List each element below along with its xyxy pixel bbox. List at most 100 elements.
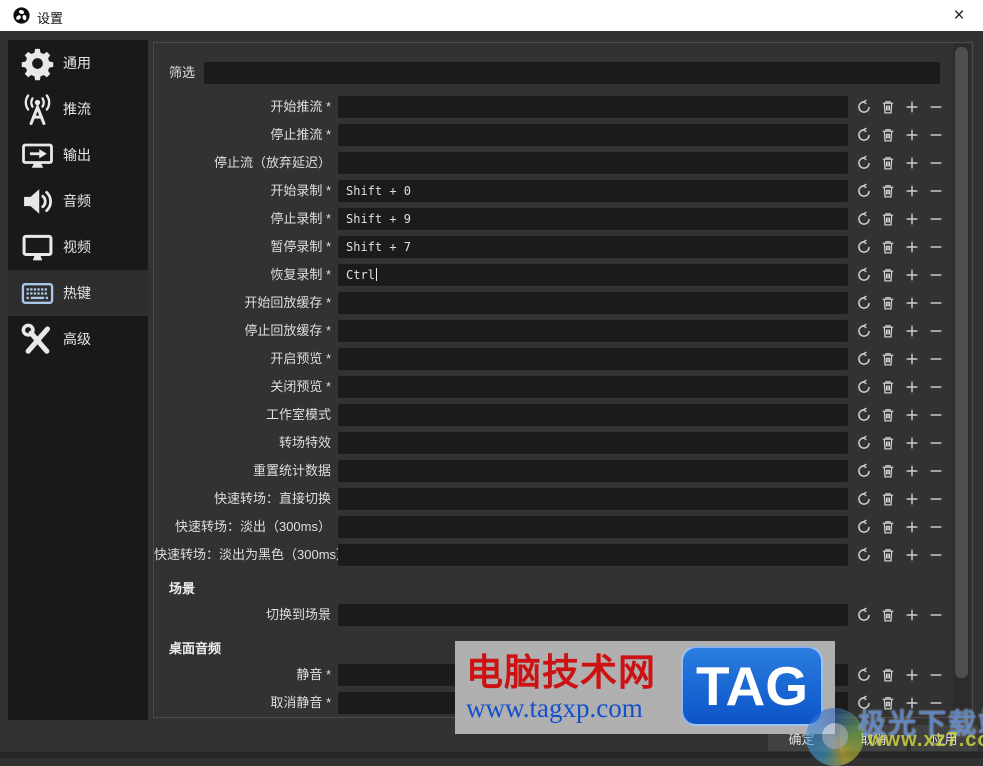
- close-icon[interactable]: ×: [944, 4, 974, 27]
- remove-button[interactable]: [926, 180, 946, 202]
- hotkey-input[interactable]: [338, 432, 848, 454]
- clear-button[interactable]: [878, 664, 898, 686]
- sidebar-item-hotkeys[interactable]: 热键: [8, 270, 148, 316]
- clear-button[interactable]: [878, 376, 898, 398]
- remove-button[interactable]: [926, 516, 946, 538]
- remove-button[interactable]: [926, 96, 946, 118]
- sidebar-item-advanced[interactable]: 高级: [8, 316, 148, 362]
- revert-button[interactable]: [854, 208, 874, 230]
- clear-button[interactable]: [878, 320, 898, 342]
- revert-button[interactable]: [854, 320, 874, 342]
- revert-button[interactable]: [854, 460, 874, 482]
- add-button[interactable]: [902, 376, 922, 398]
- clear-button[interactable]: [878, 264, 898, 286]
- clear-button[interactable]: [878, 604, 898, 626]
- remove-button[interactable]: [926, 460, 946, 482]
- apply-button[interactable]: 应用: [911, 725, 978, 751]
- hotkey-input[interactable]: [338, 692, 848, 714]
- clear-button[interactable]: [878, 96, 898, 118]
- revert-button[interactable]: [854, 544, 874, 566]
- revert-button[interactable]: [854, 124, 874, 146]
- sidebar-item-stream[interactable]: 推流: [8, 86, 148, 132]
- revert-button[interactable]: [854, 264, 874, 286]
- add-button[interactable]: [902, 152, 922, 174]
- add-button[interactable]: [902, 460, 922, 482]
- remove-button[interactable]: [926, 236, 946, 258]
- remove-button[interactable]: [926, 488, 946, 510]
- clear-button[interactable]: [878, 208, 898, 230]
- add-button[interactable]: [902, 692, 922, 714]
- hotkey-input[interactable]: Shift + 9: [338, 208, 848, 230]
- add-button[interactable]: [902, 544, 922, 566]
- remove-button[interactable]: [926, 664, 946, 686]
- add-button[interactable]: [902, 604, 922, 626]
- cancel-button[interactable]: 取消: [840, 725, 907, 751]
- add-button[interactable]: [902, 404, 922, 426]
- revert-button[interactable]: [854, 152, 874, 174]
- revert-button[interactable]: [854, 180, 874, 202]
- remove-button[interactable]: [926, 376, 946, 398]
- add-button[interactable]: [902, 180, 922, 202]
- revert-button[interactable]: [854, 516, 874, 538]
- add-button[interactable]: [902, 516, 922, 538]
- revert-button[interactable]: [854, 348, 874, 370]
- add-button[interactable]: [902, 432, 922, 454]
- sidebar-item-audio[interactable]: 音频: [8, 178, 148, 224]
- remove-button[interactable]: [926, 320, 946, 342]
- revert-button[interactable]: [854, 236, 874, 258]
- revert-button[interactable]: [854, 664, 874, 686]
- clear-button[interactable]: [878, 488, 898, 510]
- remove-button[interactable]: [926, 544, 946, 566]
- sidebar-item-video[interactable]: 视频: [8, 224, 148, 270]
- clear-button[interactable]: [878, 236, 898, 258]
- hotkey-input[interactable]: [338, 348, 848, 370]
- scrollbar[interactable]: [953, 44, 971, 716]
- remove-button[interactable]: [926, 604, 946, 626]
- clear-button[interactable]: [878, 180, 898, 202]
- hotkey-input[interactable]: Ctrl: [338, 264, 848, 286]
- add-button[interactable]: [902, 96, 922, 118]
- hotkey-input[interactable]: [338, 516, 848, 538]
- filter-input[interactable]: [204, 62, 940, 84]
- revert-button[interactable]: [854, 376, 874, 398]
- add-button[interactable]: [902, 348, 922, 370]
- clear-button[interactable]: [878, 292, 898, 314]
- add-button[interactable]: [902, 124, 922, 146]
- remove-button[interactable]: [926, 404, 946, 426]
- hotkey-input[interactable]: [338, 376, 848, 398]
- clear-button[interactable]: [878, 348, 898, 370]
- sidebar-item-general[interactable]: 通用: [8, 40, 148, 86]
- remove-button[interactable]: [926, 432, 946, 454]
- clear-button[interactable]: [878, 692, 898, 714]
- remove-button[interactable]: [926, 692, 946, 714]
- revert-button[interactable]: [854, 404, 874, 426]
- sidebar-item-output[interactable]: 输出: [8, 132, 148, 178]
- hotkey-input[interactable]: [338, 96, 848, 118]
- clear-button[interactable]: [878, 544, 898, 566]
- revert-button[interactable]: [854, 604, 874, 626]
- hotkey-input[interactable]: [338, 124, 848, 146]
- remove-button[interactable]: [926, 264, 946, 286]
- remove-button[interactable]: [926, 348, 946, 370]
- clear-button[interactable]: [878, 516, 898, 538]
- add-button[interactable]: [902, 208, 922, 230]
- revert-button[interactable]: [854, 96, 874, 118]
- revert-button[interactable]: [854, 692, 874, 714]
- remove-button[interactable]: [926, 208, 946, 230]
- clear-button[interactable]: [878, 124, 898, 146]
- hotkey-input[interactable]: Shift + 7: [338, 236, 848, 258]
- hotkey-input[interactable]: [338, 152, 848, 174]
- add-button[interactable]: [902, 664, 922, 686]
- hotkey-input[interactable]: [338, 404, 848, 426]
- remove-button[interactable]: [926, 292, 946, 314]
- revert-button[interactable]: [854, 292, 874, 314]
- remove-button[interactable]: [926, 124, 946, 146]
- add-button[interactable]: [902, 264, 922, 286]
- add-button[interactable]: [902, 488, 922, 510]
- hotkey-input[interactable]: [338, 488, 848, 510]
- hotkey-input[interactable]: [338, 664, 848, 686]
- revert-button[interactable]: [854, 488, 874, 510]
- scrollbar-thumb[interactable]: [955, 47, 968, 678]
- hotkey-input[interactable]: [338, 320, 848, 342]
- add-button[interactable]: [902, 236, 922, 258]
